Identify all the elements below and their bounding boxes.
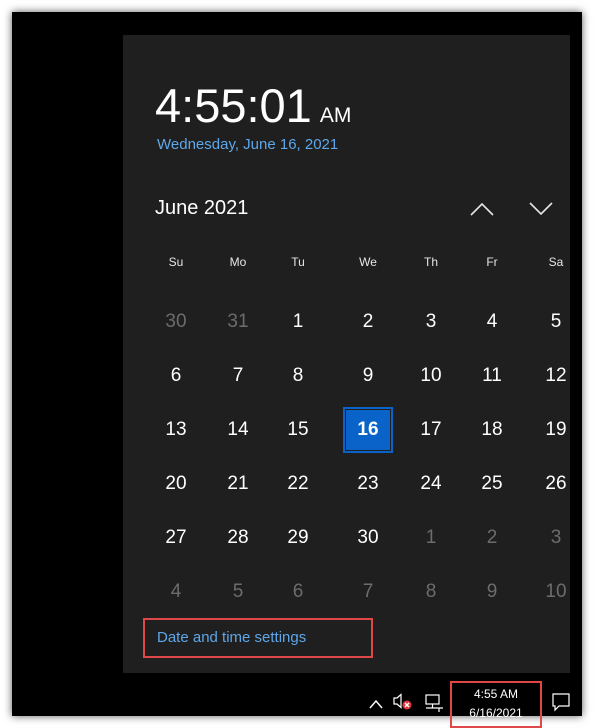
calendar-week-row: 13 14 15 16 17 18 19: [0, 410, 594, 450]
calendar-day[interactable]: 4: [470, 302, 514, 342]
calendar-day[interactable]: 26: [534, 464, 578, 504]
calendar-day[interactable]: 2: [346, 302, 390, 342]
calendar-day[interactable]: 22: [276, 464, 320, 504]
calendar-day[interactable]: 14: [216, 410, 260, 450]
speaker-muted-icon: [393, 693, 412, 710]
next-month-button[interactable]: [525, 192, 557, 224]
taskbar-date: 6/16/2021: [469, 706, 523, 720]
date-time-settings-link[interactable]: Date and time settings: [157, 629, 306, 646]
calendar-week-row: 27 28 29 30 1 2 3: [0, 518, 594, 558]
calendar-day[interactable]: 6: [276, 572, 320, 612]
weekday-header-thursday: Th: [423, 255, 438, 269]
calendar-day[interactable]: 9: [470, 572, 514, 612]
calendar-week-row: 20 21 22 23 24 25 26: [0, 464, 594, 504]
calendar-day[interactable]: 2: [470, 518, 514, 558]
calendar-day[interactable]: 8: [276, 356, 320, 396]
calendar-day[interactable]: 19: [534, 410, 578, 450]
calendar-day[interactable]: 5: [534, 302, 578, 342]
calendar-day[interactable]: 28: [216, 518, 260, 558]
action-center-icon: [552, 693, 570, 712]
calendar-day[interactable]: 13: [154, 410, 198, 450]
taskbar-time: 4:55 AM: [473, 687, 519, 701]
calendar-day[interactable]: 3: [534, 518, 578, 558]
weekday-header-tuesday: Tu: [291, 255, 305, 269]
show-hidden-icons-button[interactable]: [369, 697, 383, 709]
calendar-day[interactable]: 29: [276, 518, 320, 558]
weekday-header-saturday: Sa: [548, 255, 564, 269]
calendar-day[interactable]: 7: [216, 356, 260, 396]
calendar-day[interactable]: 31: [216, 302, 260, 342]
chevron-up-icon: [470, 202, 494, 216]
calendar-day[interactable]: 7: [346, 572, 390, 612]
calendar-day[interactable]: 24: [409, 464, 453, 504]
calendar-day[interactable]: 9: [346, 356, 390, 396]
calendar-day[interactable]: 18: [470, 410, 514, 450]
calendar-day[interactable]: 20: [154, 464, 198, 504]
weekday-header-monday: Mo: [229, 255, 247, 269]
month-year-button[interactable]: June 2021: [155, 197, 248, 220]
action-center-button[interactable]: [551, 692, 571, 712]
calendar-day[interactable]: 8: [409, 572, 453, 612]
calendar-day[interactable]: 11: [470, 356, 514, 396]
previous-month-button[interactable]: [466, 192, 498, 224]
calendar-week-row: 6 7 8 9 10 11 12: [0, 356, 594, 396]
calendar-day-selected[interactable]: 16: [346, 410, 390, 450]
calendar-day[interactable]: 1: [409, 518, 453, 558]
calendar-week-row: 4 5 6 7 8 9 10: [0, 572, 594, 612]
calendar-day[interactable]: 25: [470, 464, 514, 504]
calendar-day[interactable]: 30: [346, 518, 390, 558]
calendar-week-row: 30 31 1 2 3 4 5: [0, 302, 594, 342]
network-icon: [425, 694, 443, 712]
long-date-link[interactable]: Wednesday, June 16, 2021: [157, 136, 338, 153]
calendar-day[interactable]: 30: [154, 302, 198, 342]
clock-time: 4:55:01: [155, 79, 312, 132]
calendar-day[interactable]: 27: [154, 518, 198, 558]
calendar-day[interactable]: 23: [346, 464, 390, 504]
calendar-day[interactable]: 3: [409, 302, 453, 342]
calendar-day[interactable]: 15: [276, 410, 320, 450]
calendar-day[interactable]: 4: [154, 572, 198, 612]
calendar-day[interactable]: 17: [409, 410, 453, 450]
volume-button[interactable]: [393, 693, 413, 711]
clock-ampm: AM: [319, 104, 352, 127]
calendar-day[interactable]: 12: [534, 356, 578, 396]
clock-display: 4:55:01 AM: [155, 78, 351, 133]
calendar-day[interactable]: 6: [154, 356, 198, 396]
calendar-day[interactable]: 21: [216, 464, 260, 504]
calendar-day[interactable]: 10: [534, 572, 578, 612]
calendar-day[interactable]: 5: [216, 572, 260, 612]
weekday-header-friday: Fr: [486, 255, 498, 269]
chevron-up-icon: [369, 699, 383, 709]
weekday-header-wednesday: We: [359, 255, 377, 269]
chevron-down-icon: [529, 202, 553, 216]
calendar-day[interactable]: 1: [276, 302, 320, 342]
network-button[interactable]: [424, 693, 444, 713]
calendar-day[interactable]: 10: [409, 356, 453, 396]
weekday-header-sunday: Su: [168, 255, 184, 269]
